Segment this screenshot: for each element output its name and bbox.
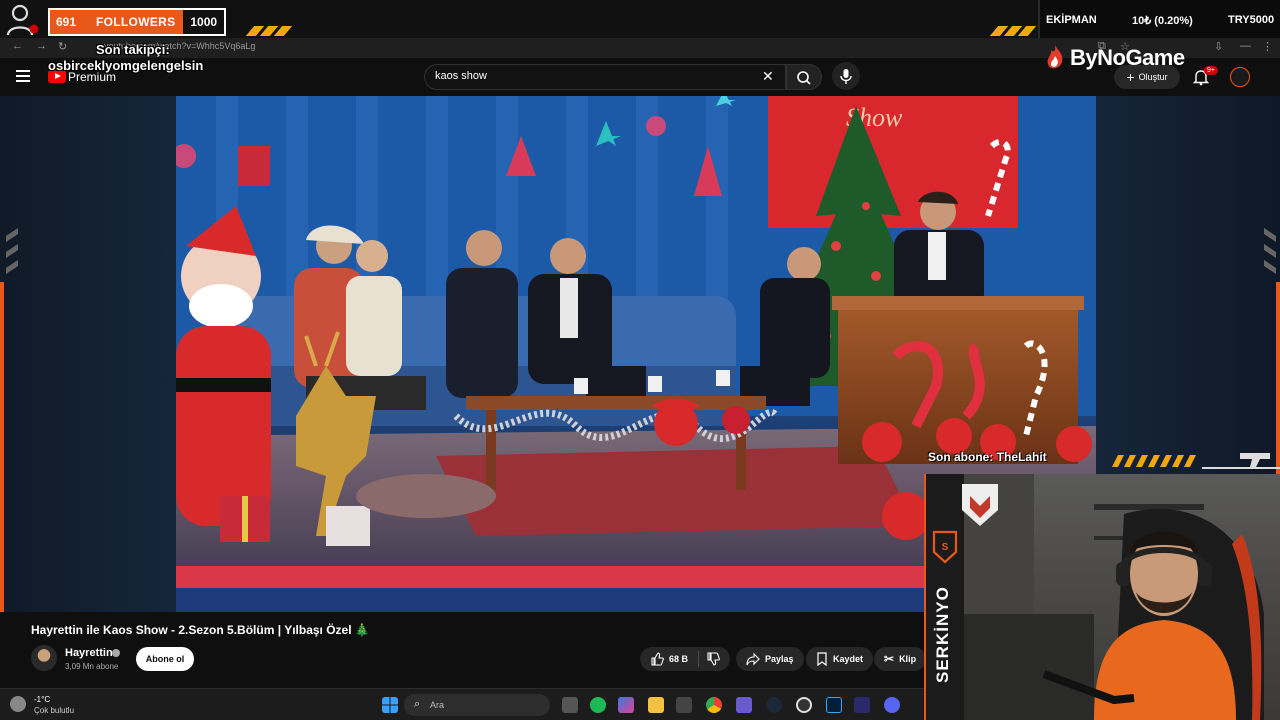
like-divider xyxy=(698,651,699,667)
folder-icon[interactable] xyxy=(648,697,664,713)
overlay-pillar-left xyxy=(0,96,176,612)
clip-button[interactable]: ✂ Klip xyxy=(874,647,927,671)
terminal-icon[interactable] xyxy=(676,697,692,713)
chrome-icon[interactable] xyxy=(706,697,722,713)
stream-overlay-topbar: 691 FOLLOWERS 1000 EKİPMAN 10₺ (0.20%) T… xyxy=(0,0,1280,40)
equipment-donation-panel: EKİPMAN 10₺ (0.20%) TRY5000 xyxy=(1038,0,1280,38)
camera-icon[interactable] xyxy=(736,697,752,713)
followers-goal: 1000 xyxy=(190,15,218,29)
channel-name[interactable]: Hayrettin xyxy=(65,647,113,659)
svg-text:S: S xyxy=(942,542,949,553)
thumbs-down-icon[interactable] xyxy=(706,652,720,666)
last-subscriber: Son abone: TheLahit xyxy=(928,450,1047,464)
streamer-name: SERKİNYO xyxy=(933,586,952,683)
ps5000-icon[interactable] xyxy=(854,697,870,713)
followers-count: 691 xyxy=(50,10,83,34)
followers-goal-bar: 691 FOLLOWERS 1000 xyxy=(48,8,226,36)
search-box[interactable] xyxy=(424,64,786,90)
save-button[interactable]: Kaydet xyxy=(806,647,874,671)
verified-badge-icon xyxy=(112,649,120,657)
donation-goal: TRY5000 xyxy=(1228,14,1275,26)
sponsor-logo: ByNoGame xyxy=(1044,44,1185,72)
followers-label: FOLLOWERS xyxy=(82,10,184,34)
notification-count-badge: 9+ xyxy=(1204,66,1218,75)
scissors-icon: ✂ xyxy=(884,652,895,666)
weather-cloud-icon[interactable] xyxy=(10,696,26,712)
chevron-decoration-left xyxy=(6,228,18,274)
menu-dots-icon[interactable]: ⋮ xyxy=(1262,40,1273,53)
obs-icon[interactable] xyxy=(796,697,812,713)
rifle-icon xyxy=(1240,453,1270,467)
discord-icon[interactable] xyxy=(884,697,900,713)
donation-progress: 10₺ (0.20%) xyxy=(1132,15,1193,27)
microphone-icon xyxy=(840,69,852,84)
subscribe-button[interactable]: Abone ol xyxy=(136,647,194,671)
shield-logo-icon xyxy=(962,484,998,526)
forward-icon[interactable]: → xyxy=(36,40,47,52)
search-button[interactable] xyxy=(786,64,822,90)
equipment-label: EKİPMAN xyxy=(1046,14,1097,26)
search-icon: ⌕ xyxy=(414,698,421,710)
last-follower-name: osbirceklyomgelengelsin xyxy=(48,58,204,73)
flame-icon xyxy=(1047,45,1063,69)
spotify-icon[interactable] xyxy=(590,697,606,713)
windows-taskbar: -1°C Çok bulutlu ⌕ Ara xyxy=(0,688,924,720)
hazard-stripes-left xyxy=(245,26,296,36)
windows-start-icon[interactable] xyxy=(382,697,398,713)
team-logo-icon: S xyxy=(932,530,958,564)
thumbs-up-icon[interactable] xyxy=(650,652,664,666)
taskbar-search[interactable]: ⌕ Ara xyxy=(404,694,550,716)
share-icon xyxy=(746,652,760,666)
last-follower-label: Son takipçi: xyxy=(96,42,170,57)
copilot-icon[interactable] xyxy=(618,697,634,713)
user-icon xyxy=(6,4,39,36)
menu-icon[interactable] xyxy=(16,70,30,82)
sponsor-name: ByNoGame xyxy=(1070,45,1185,70)
like-count[interactable]: 68 B xyxy=(669,654,688,664)
bookmark-icon xyxy=(817,652,827,666)
photoshop-icon[interactable] xyxy=(826,697,842,713)
search-input[interactable] xyxy=(435,70,755,82)
overlay-accent-left xyxy=(0,282,4,612)
share-label: Paylaş xyxy=(765,654,794,664)
voice-search-button[interactable] xyxy=(832,62,860,90)
chevron-decoration-right xyxy=(1264,228,1276,274)
back-icon[interactable]: ← xyxy=(12,40,23,52)
share-button[interactable]: Paylaş xyxy=(736,647,804,671)
save-label: Kaydet xyxy=(833,654,864,664)
weather-temperature[interactable]: -1°C xyxy=(34,695,50,704)
video-title: Hayrettin ile Kaos Show - 2.Sezon 5.Bölü… xyxy=(31,623,370,637)
account-avatar[interactable] xyxy=(1230,67,1250,87)
reload-icon[interactable]: ↻ xyxy=(58,40,67,53)
file-icon[interactable] xyxy=(562,697,578,713)
create-label: Oluştur xyxy=(1138,72,1168,82)
clear-search-icon[interactable]: ✕ xyxy=(762,68,774,85)
subscriber-count: 3,09 Mn abone xyxy=(65,662,119,671)
taskbar-search-placeholder: Ara xyxy=(430,700,445,710)
minimize-icon[interactable]: — xyxy=(1240,40,1251,52)
hazard-stripes-right xyxy=(989,26,1040,36)
screen: 691 FOLLOWERS 1000 EKİPMAN 10₺ (0.20%) T… xyxy=(0,0,1280,720)
clip-label: Klip xyxy=(899,654,917,664)
webcam-feed xyxy=(964,474,1280,720)
search-icon xyxy=(797,71,811,85)
plus-icon: + xyxy=(1126,69,1135,85)
channel-avatar[interactable] xyxy=(31,645,57,671)
weather-description[interactable]: Çok bulutlu xyxy=(34,706,74,715)
steam-icon[interactable] xyxy=(766,697,782,713)
downloads-icon[interactable]: ⇩ xyxy=(1214,40,1223,53)
